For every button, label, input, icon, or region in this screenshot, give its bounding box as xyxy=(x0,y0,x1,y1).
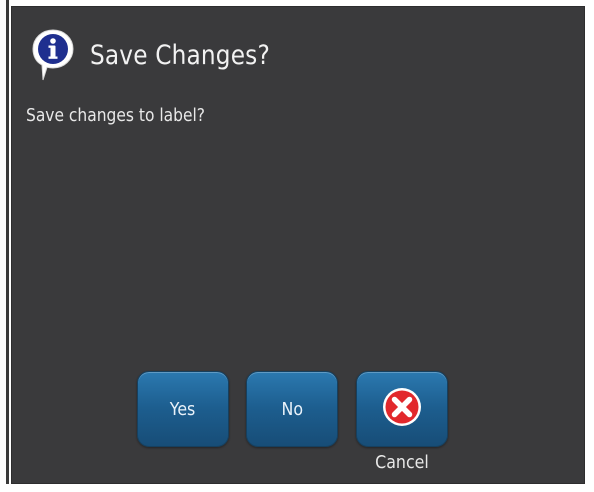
dialog-message: Save changes to label? xyxy=(26,105,205,126)
no-button-label: No xyxy=(281,398,303,420)
right-margin xyxy=(585,0,594,492)
dialog-header: Save Changes? xyxy=(30,25,299,85)
cancel-button-label: Cancel xyxy=(375,452,429,473)
yes-button[interactable]: Yes xyxy=(137,371,229,447)
left-divider xyxy=(6,0,9,492)
screen: Save Changes? Save changes to label? Yes… xyxy=(0,0,594,492)
cancel-button[interactable] xyxy=(356,371,448,447)
no-button[interactable]: No xyxy=(246,371,338,447)
bottom-margin xyxy=(0,484,594,492)
dialog-title: Save Changes? xyxy=(90,39,270,71)
info-icon xyxy=(30,27,76,83)
close-icon xyxy=(381,386,423,432)
yes-button-label: Yes xyxy=(170,398,196,420)
